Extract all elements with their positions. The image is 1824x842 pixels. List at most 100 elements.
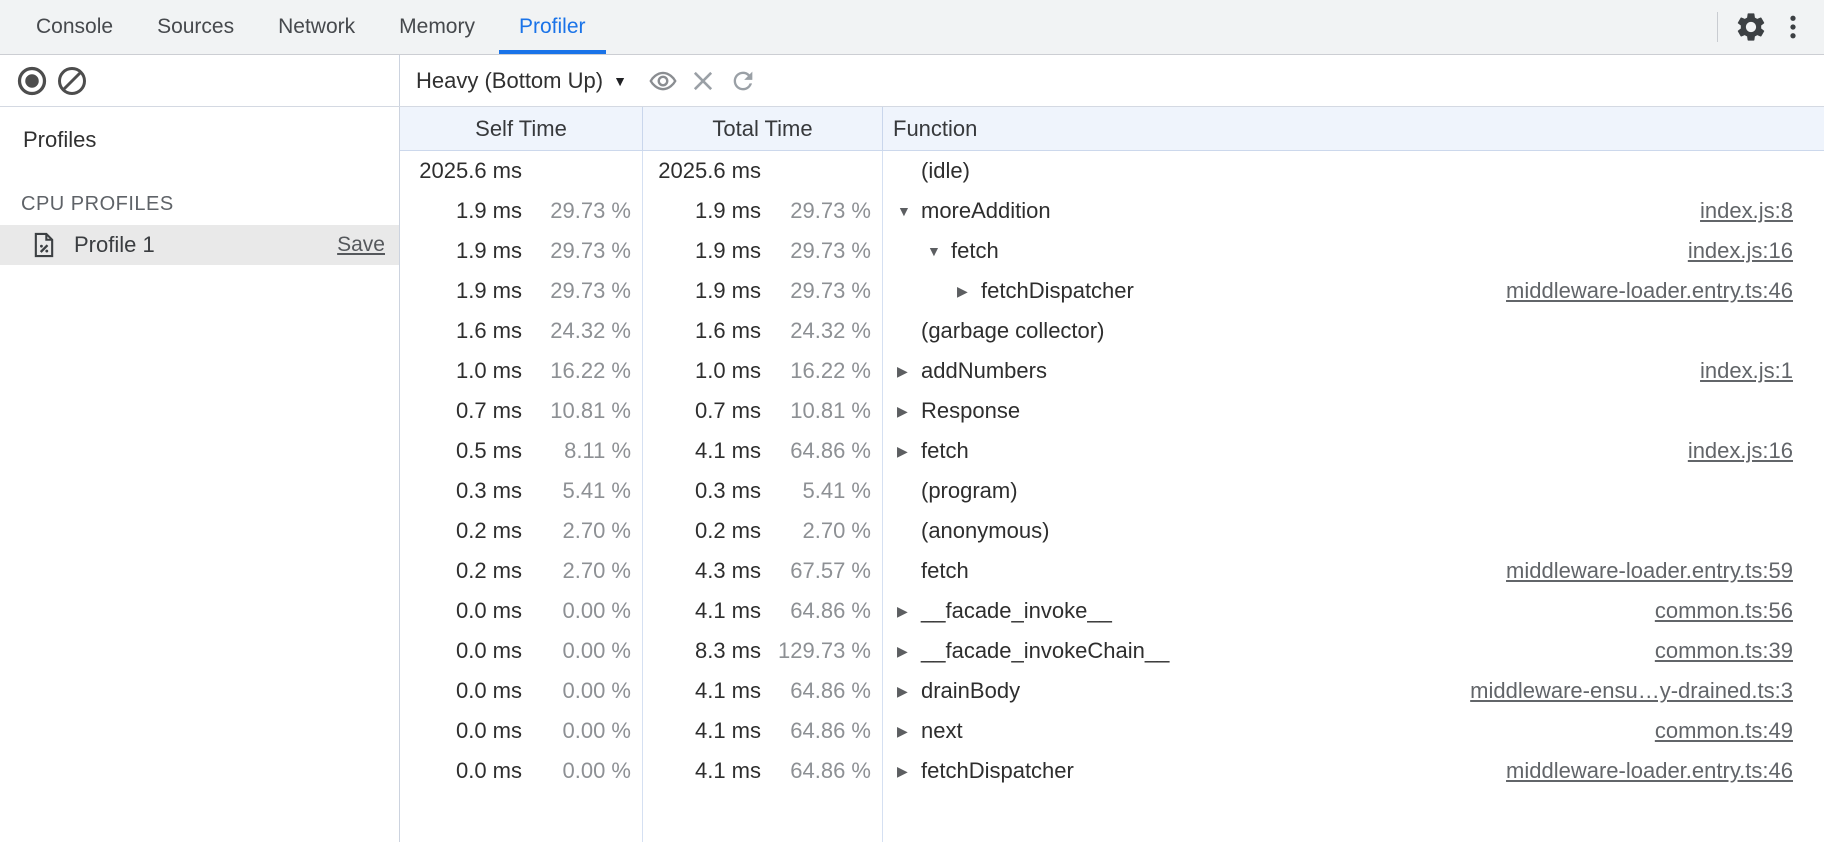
self-time-cell: 1.9 ms 29.73 % xyxy=(400,231,643,271)
expand-arrow-icon[interactable]: ▼ xyxy=(897,203,921,219)
total-time-ms: 0.3 ms xyxy=(651,478,761,504)
clear-button[interactable] xyxy=(52,61,92,101)
main-area: Profiles CPU PROFILES Profile 1 Save Sel… xyxy=(0,107,1824,842)
self-time-ms: 1.0 ms xyxy=(408,358,522,384)
more-options-button[interactable] xyxy=(1772,6,1814,48)
total-time-cell: 2025.6 ms xyxy=(643,151,883,191)
self-time-ms: 1.9 ms xyxy=(408,278,522,304)
column-header-function[interactable]: Function xyxy=(883,107,1824,150)
total-time-percent: 64.86 % xyxy=(761,718,882,744)
function-cell: ▶ addNumbers index.js:1 xyxy=(883,351,1824,391)
expand-arrow-icon[interactable]: ▶ xyxy=(897,363,921,380)
table-row[interactable]: 1.9 ms 29.73 % 1.9 ms 29.73 % ▶ fetchDis… xyxy=(400,271,1824,311)
tab-memory[interactable]: Memory xyxy=(377,0,497,54)
source-location-link[interactable]: common.ts:56 xyxy=(1655,598,1824,624)
self-time-cell: 1.9 ms 29.73 % xyxy=(400,191,643,231)
total-time-percent: 64.86 % xyxy=(761,438,882,464)
table-row[interactable]: 0.5 ms 8.11 % 4.1 ms 64.86 % ▶ fetch ind… xyxy=(400,431,1824,471)
total-time-cell: 4.1 ms 64.86 % xyxy=(643,591,883,631)
function-name: (idle) xyxy=(921,158,970,184)
function-cell: fetch middleware-loader.entry.ts:59 xyxy=(883,551,1824,591)
table-row[interactable]: 1.6 ms 24.32 % 1.6 ms 24.32 % (garbage c… xyxy=(400,311,1824,351)
table-row[interactable]: 0.0 ms 0.00 % 4.1 ms 64.86 % ▶ fetchDisp… xyxy=(400,751,1824,791)
table-row[interactable]: 0.0 ms 0.00 % 8.3 ms 129.73 % ▶ __facade… xyxy=(400,631,1824,671)
self-time-cell: 0.7 ms 10.81 % xyxy=(400,391,643,431)
table-row[interactable]: 0.3 ms 5.41 % 0.3 ms 5.41 % (program) xyxy=(400,471,1824,511)
tabbar-right-controls xyxy=(1717,0,1824,54)
total-time-cell: 0.7 ms 10.81 % xyxy=(643,391,883,431)
function-name: (anonymous) xyxy=(921,518,1049,544)
save-profile-link[interactable]: Save xyxy=(337,233,385,257)
gear-icon xyxy=(1734,10,1768,44)
table-row[interactable]: 0.2 ms 2.70 % 4.3 ms 67.57 % fetch middl… xyxy=(400,551,1824,591)
column-header-total-time[interactable]: Total Time xyxy=(643,107,883,150)
total-time-percent: 16.22 % xyxy=(761,358,882,384)
focus-function-button[interactable] xyxy=(643,61,683,101)
function-name: drainBody xyxy=(921,678,1020,704)
total-time-cell: 1.0 ms 16.22 % xyxy=(643,351,883,391)
self-time-ms: 0.3 ms xyxy=(408,478,522,504)
expand-arrow-icon[interactable]: ▶ xyxy=(897,643,921,660)
source-location-link[interactable]: middleware-loader.entry.ts:46 xyxy=(1506,278,1824,304)
refresh-button[interactable] xyxy=(723,61,763,101)
source-location-link[interactable]: index.js:16 xyxy=(1688,438,1824,464)
table-row[interactable]: 0.0 ms 0.00 % 4.1 ms 64.86 % ▶ drainBody… xyxy=(400,671,1824,711)
column-header-self-time[interactable]: Self Time xyxy=(400,107,643,150)
total-time-ms: 4.1 ms xyxy=(651,598,761,624)
expand-arrow-icon[interactable]: ▶ xyxy=(897,723,921,740)
table-row[interactable]: 1.0 ms 16.22 % 1.0 ms 16.22 % ▶ addNumbe… xyxy=(400,351,1824,391)
settings-button[interactable] xyxy=(1730,6,1772,48)
record-button[interactable] xyxy=(12,61,52,101)
source-location-link[interactable]: common.ts:39 xyxy=(1655,638,1824,664)
expand-arrow-icon[interactable]: ▶ xyxy=(897,683,921,700)
total-time-ms: 4.1 ms xyxy=(651,438,761,464)
self-time-cell: 0.0 ms 0.00 % xyxy=(400,751,643,791)
self-time-cell: 1.0 ms 16.22 % xyxy=(400,351,643,391)
source-location-link[interactable]: middleware-ensu…y-drained.ts:3 xyxy=(1470,678,1824,704)
tab-sources[interactable]: Sources xyxy=(135,0,256,54)
table-row[interactable]: 2025.6 ms 2025.6 ms (idle) xyxy=(400,151,1824,191)
table-row[interactable]: 0.0 ms 0.00 % 4.1 ms 64.86 % ▶ __facade_… xyxy=(400,591,1824,631)
table-row[interactable]: 0.0 ms 0.00 % 4.1 ms 64.86 % ▶ next comm… xyxy=(400,711,1824,751)
function-cell: ▶ Response xyxy=(883,391,1824,431)
total-time-percent: 24.32 % xyxy=(761,318,882,344)
profile-name: Profile 1 xyxy=(74,232,155,258)
self-time-percent: 0.00 % xyxy=(522,678,642,704)
source-location-link[interactable]: common.ts:49 xyxy=(1655,718,1824,744)
source-location-link[interactable]: index.js:8 xyxy=(1700,198,1824,224)
expand-arrow-icon[interactable]: ▶ xyxy=(897,603,921,620)
grid-empty-space xyxy=(400,791,1824,842)
total-time-percent: 67.57 % xyxy=(761,558,882,584)
self-time-ms: 0.2 ms xyxy=(408,558,522,584)
source-location-link[interactable]: middleware-loader.entry.ts:59 xyxy=(1506,558,1824,584)
exclude-function-button[interactable] xyxy=(683,61,723,101)
close-icon xyxy=(689,67,717,95)
function-cell: ▶ __facade_invokeChain__ common.ts:39 xyxy=(883,631,1824,671)
expand-arrow-icon[interactable]: ▶ xyxy=(957,283,981,300)
total-time-cell: 4.1 ms 64.86 % xyxy=(643,431,883,471)
expand-arrow-icon[interactable]: ▶ xyxy=(897,443,921,460)
table-row[interactable]: 1.9 ms 29.73 % 1.9 ms 29.73 % ▼ fetch in… xyxy=(400,231,1824,271)
tab-console[interactable]: Console xyxy=(14,0,135,54)
source-location-link[interactable]: middleware-loader.entry.ts:46 xyxy=(1506,758,1824,784)
self-time-cell: 0.5 ms 8.11 % xyxy=(400,431,643,471)
total-time-percent: 64.86 % xyxy=(761,678,882,704)
table-row[interactable]: 0.2 ms 2.70 % 0.2 ms 2.70 % (anonymous) xyxy=(400,511,1824,551)
source-location-link[interactable]: index.js:1 xyxy=(1700,358,1824,384)
source-location-link[interactable]: index.js:16 xyxy=(1688,238,1824,264)
function-name: moreAddition xyxy=(921,198,1051,224)
expand-arrow-icon[interactable]: ▶ xyxy=(897,403,921,420)
sidebar-item-profile-1[interactable]: Profile 1 Save xyxy=(0,225,399,265)
table-row[interactable]: 1.9 ms 29.73 % 1.9 ms 29.73 % ▼ moreAddi… xyxy=(400,191,1824,231)
tab-profiler[interactable]: Profiler xyxy=(497,0,608,54)
self-time-percent: 8.11 % xyxy=(522,438,642,464)
total-time-percent: 5.41 % xyxy=(761,478,882,504)
table-row[interactable]: 0.7 ms 10.81 % 0.7 ms 10.81 % ▶ Response xyxy=(400,391,1824,431)
total-time-percent: 29.73 % xyxy=(761,198,882,224)
expand-arrow-icon[interactable]: ▼ xyxy=(927,243,951,259)
tab-network[interactable]: Network xyxy=(256,0,377,54)
function-cell: ▶ fetch index.js:16 xyxy=(883,431,1824,471)
expand-arrow-icon[interactable]: ▶ xyxy=(897,763,921,780)
total-time-percent: 29.73 % xyxy=(761,278,882,304)
view-mode-select[interactable]: Heavy (Bottom Up) ▼ xyxy=(416,68,627,94)
